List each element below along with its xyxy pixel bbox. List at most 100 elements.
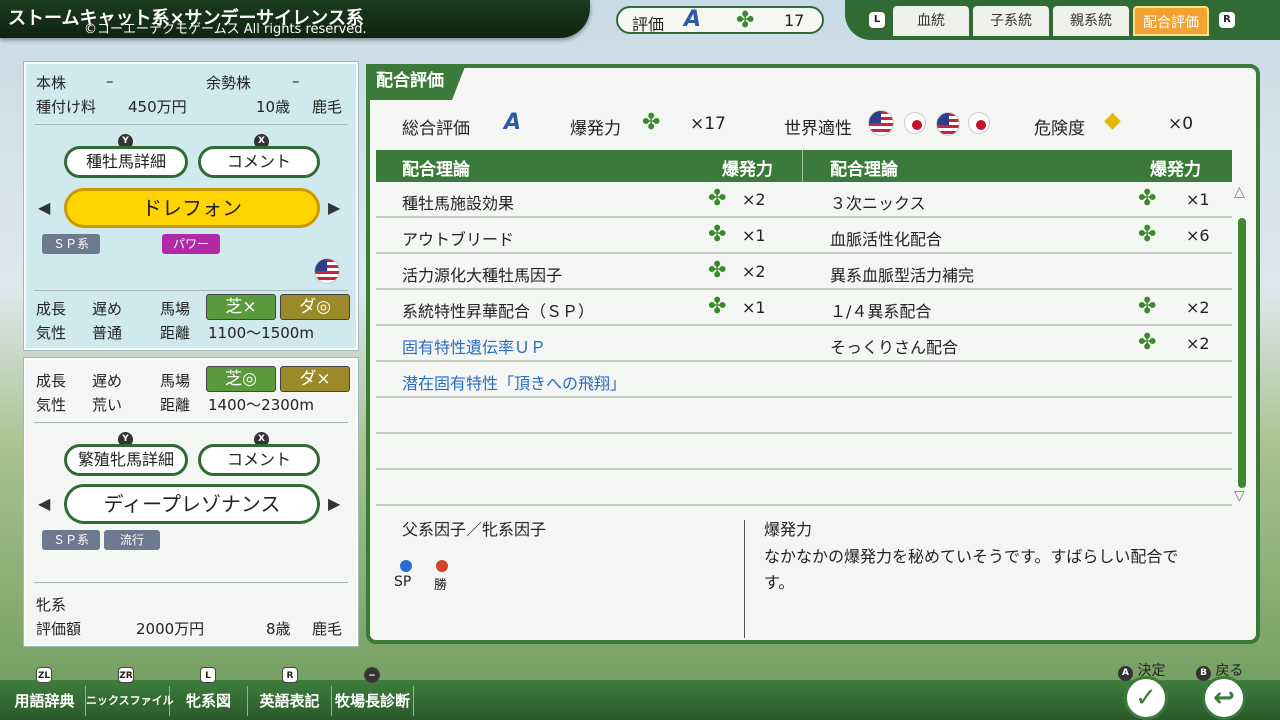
theory-mult: ×2 — [1186, 298, 1210, 317]
confirm-check-icon[interactable]: ✓ — [1124, 676, 1168, 720]
a-button-hint: A — [1118, 666, 1133, 681]
dam-detail-button[interactable]: 繁殖牝馬詳細 — [64, 444, 188, 476]
sire-tag-sp: ＳＰ系 — [42, 234, 100, 254]
comment-text: なかなかの爆発力を秘めていそうです。すばらしい配合です。 — [764, 547, 1179, 592]
tab-child-line[interactable]: 子系統 — [973, 6, 1049, 36]
sire-comment-button[interactable]: コメント — [198, 146, 320, 178]
burst-count: ×17 — [690, 114, 726, 134]
rating-summary: 評価 A ✤ 17 — [616, 6, 824, 34]
dam-value: 2000万円 — [136, 620, 205, 638]
table-row — [376, 400, 1232, 434]
honkabu-label: 本株 — [36, 74, 67, 92]
japan-flag-icon — [904, 112, 926, 134]
col-theory-right: 配合理論 — [830, 160, 898, 180]
theory-name[interactable]: 潜在固有特性「頂きへの飛翔」 — [402, 370, 626, 394]
us-flag-icon — [936, 112, 960, 136]
dam-dirt-badge: ダ× — [280, 366, 350, 392]
dam-name[interactable]: ディープレゾナンス — [64, 484, 320, 524]
theory-name: 種牡馬施設効果 — [402, 194, 515, 213]
l-button-hint: L — [200, 667, 216, 683]
clover-icon: ✤ — [1138, 222, 1157, 247]
next-dam-arrow[interactable]: ▶ — [328, 494, 340, 513]
sire-detail-button[interactable]: 種牡馬詳細 — [64, 146, 188, 178]
theory-name[interactable]: 固有特性遺伝率ＵＰ — [402, 334, 546, 358]
divider — [744, 520, 745, 638]
table-row: 種牡馬施設効果 ✤ ×2 ３次ニックス ✤ ×1 — [376, 184, 1232, 218]
clover-icon: ✤ — [708, 186, 727, 211]
sire-temper-value: 普通 — [92, 324, 123, 342]
dam-line-chart-button[interactable]: 牝系図 — [170, 686, 248, 716]
dam-value-label: 評価額 — [36, 620, 82, 638]
dam-temper-value: 荒い — [92, 396, 123, 414]
glossary-button[interactable]: 用語辞典 — [4, 686, 86, 716]
sire-age: 10歳 — [256, 98, 291, 116]
theory-name: ３次ニックス — [830, 194, 926, 213]
honkabu-value: – — [106, 72, 114, 90]
sire-dirt-badge: ダ◎ — [280, 294, 350, 320]
col-theory-left: 配合理論 — [402, 160, 470, 180]
yoseikabu-label: 余勢株 — [206, 74, 252, 92]
japan-flag-icon — [968, 112, 990, 134]
prev-sire-arrow[interactable]: ◀ — [38, 198, 50, 217]
theory-table-header: 配合理論 爆発力 配合理論 爆発力 — [376, 150, 1232, 182]
dam-growth-label: 成長 — [36, 372, 67, 390]
overall-label: 総合評価 — [402, 119, 470, 139]
prev-dam-arrow[interactable]: ◀ — [38, 494, 50, 513]
factor-win-label: 勝 — [434, 578, 448, 593]
table-row: アウトブリード ✤ ×1 血脈活性化配合 ✤ ×6 — [376, 220, 1232, 254]
nicks-file-button[interactable]: ニックスファイル — [86, 686, 174, 716]
dam-coat: 鹿毛 — [312, 620, 343, 638]
tab-pedigree[interactable]: 血統 — [893, 6, 969, 36]
theory-mult: ×1 — [1186, 190, 1210, 209]
table-row: 活力源化大種牡馬因子 ✤ ×2 異系血脈型活力補完 — [376, 256, 1232, 290]
factor-sp-label: SP — [394, 574, 412, 590]
fee-value: 450万円 — [128, 98, 187, 116]
scroll-up-icon[interactable]: △ — [1234, 184, 1245, 200]
scrollbar[interactable] — [1238, 218, 1246, 488]
next-sire-arrow[interactable]: ▶ — [328, 198, 340, 217]
minus-button-hint: − — [364, 667, 380, 683]
theory-mult: ×1 — [742, 226, 766, 245]
theory-mult: ×1 — [742, 298, 766, 317]
tab-parent-line[interactable]: 親系統 — [1053, 6, 1129, 36]
sire-distance-value: 1100～1500m — [208, 324, 314, 342]
clover-icon: ✤ — [642, 110, 661, 135]
english-notation-button[interactable]: 英語表記 — [248, 686, 332, 716]
us-flag-icon — [868, 110, 894, 136]
zl-button-hint: ZL — [36, 667, 52, 683]
back-icon[interactable]: ↩ — [1202, 676, 1246, 720]
dam-comment-button[interactable]: コメント — [198, 444, 320, 476]
table-row — [376, 436, 1232, 470]
sire-growth-label: 成長 — [36, 300, 67, 318]
world-aptitude-label: 世界適性 — [784, 119, 852, 139]
table-row — [376, 472, 1232, 506]
sire-coat: 鹿毛 — [312, 98, 343, 116]
clover-icon: ✤ — [708, 222, 727, 247]
table-row: 潜在固有特性「頂きへの飛翔」 — [376, 364, 1232, 398]
tab-bar: L 血統 子系統 親系統 配合評価 R — [845, 0, 1280, 40]
col-burst-right: 爆発力 — [1150, 160, 1201, 180]
theory-mult: ×6 — [1186, 226, 1210, 245]
sire-name[interactable]: ドレフォン — [64, 188, 320, 228]
r-button-hint: R — [282, 667, 298, 683]
burst-label: 爆発力 — [570, 119, 621, 139]
title-banner: ストームキャット系×サンデーサイレンス系 ©コーエーテクモゲームス All ri… — [0, 0, 590, 38]
tab-breeding-evaluation[interactable]: 配合評価 — [1133, 6, 1209, 36]
sire-distance-label: 距離 — [160, 324, 191, 342]
fee-label: 種付け料 — [36, 98, 97, 116]
col-burst-left: 爆発力 — [722, 160, 773, 180]
copyright-text: ©コーエーテクモゲームス All rights reserved. — [84, 22, 367, 37]
sire-track-label: 馬場 — [160, 300, 191, 318]
sire-panel: 本株 – 余勢株 – 種付け料 450万円 10歳 鹿毛 Y X 種牡馬詳細 コ… — [24, 62, 358, 350]
dam-distance-value: 1400～2300m — [208, 396, 314, 414]
theory-name: 異系血脈型活力補完 — [830, 266, 975, 285]
theory-name: アウトブリード — [402, 230, 515, 249]
ranch-manager-diagnosis-button[interactable]: 牧場長診断 — [332, 686, 414, 716]
dam-distance-label: 距離 — [160, 396, 191, 414]
dam-track-label: 馬場 — [160, 372, 191, 390]
danger-count: ×0 — [1168, 114, 1194, 134]
scroll-down-icon[interactable]: ▽ — [1234, 488, 1245, 504]
clover-icon: ✤ — [1138, 186, 1157, 211]
panel-title: 配合評価 — [366, 64, 466, 100]
table-row: 系統特性昇華配合（ＳＰ） ✤ ×1 １/４異系配合 ✤ ×2 — [376, 292, 1232, 326]
